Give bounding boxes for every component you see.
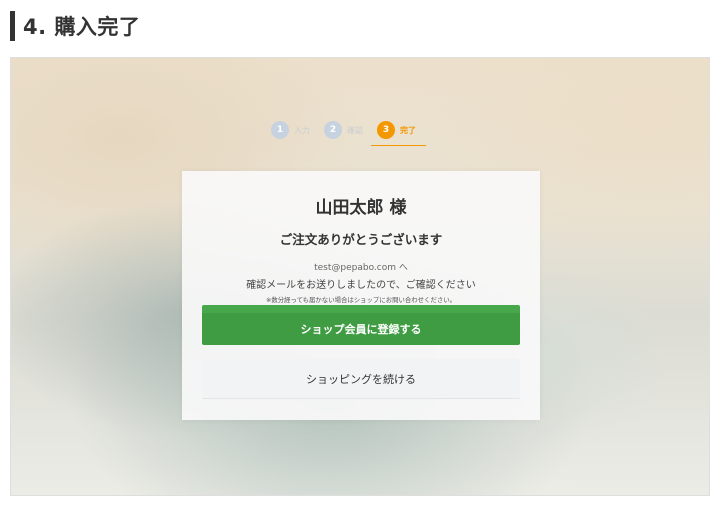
customer-name: 山田太郎 様 (315, 198, 407, 218)
thank-you-message: ご注文ありがとうございます (279, 232, 443, 247)
step-complete: 3 完了 (371, 121, 426, 146)
step-label: 完了 (400, 125, 416, 135)
heading-accent-bar (10, 11, 15, 41)
checkout-progress-steps: 1 入力 2 確認 3 完了 (271, 117, 426, 146)
confirmation-message: 確認メールをお送りしましたので、ご確認ください (246, 280, 476, 291)
step-input: 1 入力 (271, 121, 310, 139)
step-label: 入力 (294, 125, 310, 135)
section-title: 4. 購入完了 (23, 15, 141, 39)
section-heading: 4. 購入完了 (10, 10, 140, 42)
step-number-badge: 1 (271, 121, 289, 139)
purchase-complete-screenshot: 1 入力 2 確認 3 完了 山田太郎 様 ご注文ありがとうございます test… (10, 57, 710, 496)
register-member-button[interactable]: ショップ会員に登録する (202, 305, 520, 345)
contact-note: ※数分経っても届かない場合はショップにお問い合わせください。 (265, 296, 457, 304)
confirmation-email: test@pepabo.com へ (314, 263, 408, 273)
order-complete-card: 山田太郎 様 ご注文ありがとうございます test@pepabo.com へ 確… (182, 171, 540, 420)
step-number-badge: 3 (377, 121, 395, 139)
step-confirm: 2 確認 (324, 121, 363, 139)
continue-shopping-button[interactable]: ショッピングを続ける (202, 359, 520, 399)
step-label: 確認 (347, 125, 363, 135)
step-number-badge: 2 (324, 121, 342, 139)
